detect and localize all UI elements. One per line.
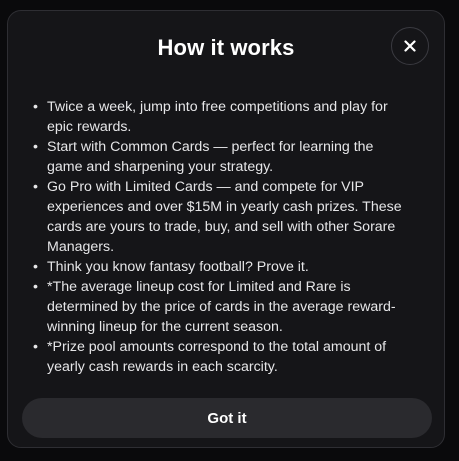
list-item: • Think you know fantasy football? Prove … xyxy=(32,257,412,277)
list-item: • Twice a week, jump into free competitio… xyxy=(32,97,412,137)
bullet-icon: • xyxy=(33,139,38,155)
rules-list: • Twice a week, jump into free competitio… xyxy=(32,97,412,377)
list-item-text: *The average lineup cost for Limited and… xyxy=(47,279,396,335)
list-item-text: *Prize pool amounts correspond to the to… xyxy=(47,339,387,375)
list-item: • *The average lineup cost for Limited an… xyxy=(32,277,412,337)
list-item-text: Think you know fantasy football? Prove i… xyxy=(47,259,309,275)
close-icon xyxy=(404,40,416,52)
list-item-text: Twice a week, jump into free competition… xyxy=(47,99,388,135)
bullet-icon: • xyxy=(33,99,38,115)
got-it-button[interactable]: Got it xyxy=(22,398,432,438)
list-item-text: Start with Common Cards — perfect for le… xyxy=(47,139,374,175)
bullet-icon: • xyxy=(33,339,38,355)
close-button[interactable] xyxy=(391,27,429,65)
bullet-icon: • xyxy=(33,179,38,195)
bullet-icon: • xyxy=(33,279,38,295)
list-item: • Go Pro with Limited Cards — and compete… xyxy=(32,177,412,257)
bullet-icon: • xyxy=(33,259,38,275)
how-it-works-modal: How it works • Twice a week, jump into fr… xyxy=(7,10,445,448)
list-item-text: Go Pro with Limited Cards — and compete … xyxy=(47,179,402,255)
list-item: • Start with Common Cards — perfect for l… xyxy=(32,137,412,177)
list-item: • *Prize pool amounts correspond to the t… xyxy=(32,337,412,377)
modal-title: How it works xyxy=(157,35,295,60)
